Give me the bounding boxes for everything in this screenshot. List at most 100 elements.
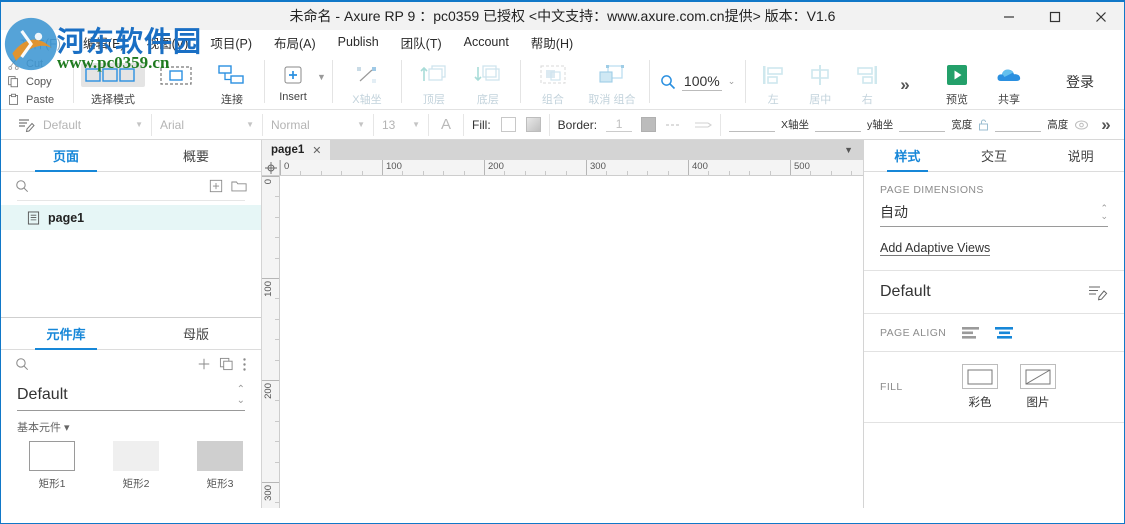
tab-style[interactable]: 样式 [864, 140, 951, 172]
connect-button[interactable]: 连接 [206, 60, 258, 107]
fb-spacer [1, 110, 17, 140]
paste-button[interactable]: Paste [7, 92, 73, 107]
edge-point-icon [353, 63, 381, 87]
page-list-item[interactable]: page1 [1, 205, 261, 230]
style-brush-icon[interactable] [17, 117, 35, 133]
search-icon[interactable] [15, 179, 29, 193]
zoom-control[interactable]: 100% ⌄ [650, 54, 745, 109]
x-input[interactable] [729, 117, 776, 132]
menu-layout[interactable]: 布局(A) [263, 31, 327, 54]
add-page-icon[interactable] [209, 179, 223, 193]
fill-gradient-swatch[interactable] [525, 117, 541, 132]
menu-bar: 文件(F) 编辑(E) 视图(V) 项目(P) 布局(A) Publish 团队… [1, 30, 1124, 54]
border-width-input[interactable]: 1 [606, 117, 633, 132]
text-color-button[interactable]: A [429, 110, 463, 140]
page-dimensions-select[interactable]: 自动 ⌃ ⌄ [880, 202, 1108, 227]
send-back-button[interactable]: 底层 [462, 60, 514, 107]
tab-outline[interactable]: 概要 [131, 140, 261, 171]
select-box-button[interactable] [148, 60, 204, 91]
group-button[interactable]: 组合 [527, 60, 579, 107]
style-select[interactable]: Default ▼ [35, 110, 151, 140]
ruler-minor-tick [667, 171, 669, 175]
menu-help[interactable]: 帮助(H) [520, 31, 584, 54]
tab-notes[interactable]: 说明 [1037, 140, 1124, 171]
widget-item[interactable]: 矩形1 [23, 441, 81, 491]
align-center-button[interactable]: 居中 [796, 60, 844, 107]
vertical-ruler[interactable]: 0 100 200 300 [262, 176, 280, 508]
menu-team[interactable]: 团队(T) [390, 31, 453, 54]
insert-button[interactable]: Insert [271, 60, 315, 103]
border-color-swatch[interactable] [641, 117, 657, 132]
bring-front-button[interactable]: 顶层 [408, 60, 460, 107]
fill-image-button[interactable]: 图片 [1020, 364, 1056, 410]
menu-file[interactable]: 文件(F) [9, 31, 72, 54]
edit-style-icon[interactable] [1088, 284, 1108, 301]
fill-color-swatch[interactable] [500, 117, 516, 132]
page-align-left-icon[interactable] [962, 326, 981, 339]
minimize-button[interactable] [986, 2, 1032, 32]
preview-button[interactable]: 预览 [931, 57, 983, 107]
tab-libraries[interactable]: 元件库 [1, 318, 131, 350]
cut-button[interactable]: Cut [7, 56, 73, 71]
line-style-icon[interactable] [665, 118, 683, 132]
close-icon[interactable]: ✕ [312, 144, 321, 157]
ruler-origin-button[interactable] [262, 160, 280, 175]
library-category-header[interactable]: 基本元件 ▾ [1, 417, 261, 441]
artboard[interactable] [280, 176, 863, 508]
copy-library-icon[interactable] [219, 357, 234, 371]
page-align-center-icon[interactable] [995, 326, 1014, 339]
ruler-minor-tick [830, 171, 832, 175]
copy-button[interactable]: Copy [7, 74, 73, 89]
width-input[interactable] [899, 117, 946, 132]
ruler-minor-tick [810, 171, 812, 175]
font-weight-select[interactable]: Normal ▼ [263, 110, 373, 140]
search-icon[interactable] [15, 357, 29, 371]
y-input[interactable] [815, 117, 862, 132]
edge-point-button[interactable]: X轴坐 [339, 60, 395, 107]
library-options-icon[interactable] [242, 357, 247, 372]
zoom-value[interactable]: 100% [681, 73, 722, 91]
add-library-icon[interactable] [197, 357, 211, 371]
zoom-dropdown-icon[interactable]: ⌄ [728, 76, 736, 87]
menu-account[interactable]: Account [453, 33, 520, 51]
insert-dropdown-icon[interactable]: ▼ [317, 72, 326, 98]
arrow-style-icon[interactable] [692, 118, 713, 132]
menu-view[interactable]: 视图(V) [136, 31, 200, 54]
widget-item[interactable]: 矩形3 [191, 441, 249, 491]
tab-pages[interactable]: 页面 [1, 140, 131, 172]
lock-ratio-icon[interactable] [978, 118, 989, 131]
fill-color-button[interactable]: 彩色 [962, 364, 998, 410]
canvas-tab[interactable]: page1 ✕ [262, 140, 331, 160]
ungroup-label: 取消 组合 [588, 94, 636, 106]
add-adaptive-views-link[interactable]: Add Adaptive Views [880, 241, 991, 256]
canvas-tab-dropdown-icon[interactable]: ▼ [844, 145, 863, 155]
toolbar-overflow-button[interactable]: » [890, 75, 917, 95]
library-select[interactable]: Default ⌃ ⌄ [1, 378, 261, 410]
menu-edit[interactable]: 编辑(E) [72, 31, 136, 54]
ruler-minor-tick [402, 171, 404, 175]
group-group: 组合 取消 组合 [521, 54, 649, 109]
maximize-button[interactable] [1032, 2, 1078, 32]
formatbar-overflow-button[interactable]: » [1095, 115, 1114, 135]
inspector-tabbar: 样式 交互 说明 [864, 140, 1124, 172]
font-size-select[interactable]: 13 ▼ [374, 110, 428, 140]
ruler-tick-label: 200 [263, 383, 274, 399]
align-right-button[interactable]: 右 [846, 60, 888, 107]
group-icon [538, 63, 568, 87]
ungroup-button[interactable]: 取消 组合 [581, 60, 643, 107]
align-left-button[interactable]: 左 [752, 60, 794, 107]
menu-project[interactable]: 项目(P) [199, 31, 263, 54]
horizontal-ruler[interactable]: 0 100 200 300 400 500 [280, 160, 863, 175]
close-button[interactable] [1078, 2, 1124, 32]
share-button[interactable]: 共享 [983, 57, 1035, 107]
menu-publish[interactable]: Publish [327, 33, 390, 51]
widget-item[interactable]: 矩形2 [107, 441, 165, 491]
font-family-select[interactable]: Arial ▼ [152, 110, 262, 140]
tab-masters[interactable]: 母版 [131, 318, 261, 349]
visibility-eye-icon[interactable] [1074, 119, 1089, 131]
add-folder-icon[interactable] [231, 179, 247, 193]
tab-interactions[interactable]: 交互 [951, 140, 1038, 171]
select-mode-button[interactable]: 选择模式 [80, 60, 146, 107]
height-input[interactable] [995, 117, 1042, 132]
login-button[interactable]: 登录 [1048, 72, 1112, 92]
